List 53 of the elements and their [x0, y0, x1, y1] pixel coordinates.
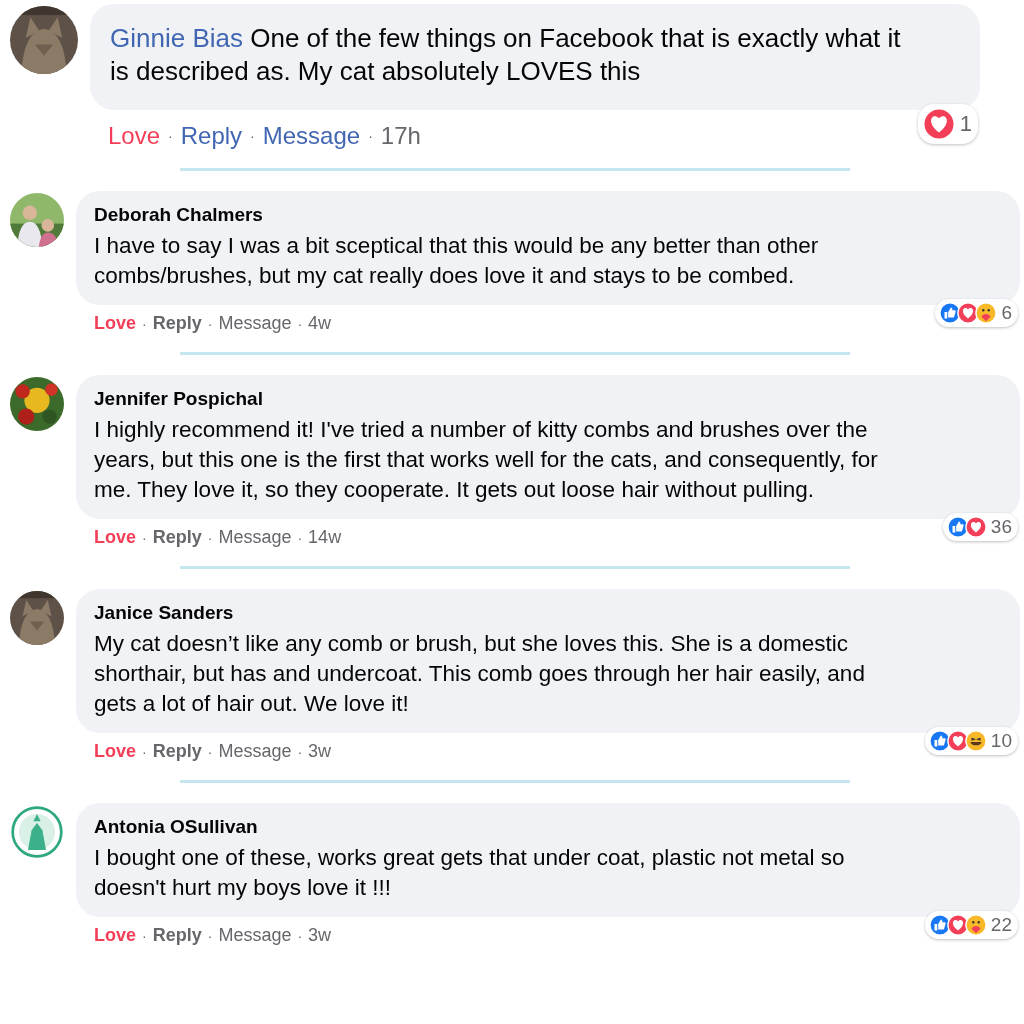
reply-link[interactable]: Reply: [152, 741, 202, 762]
love-link[interactable]: Love: [94, 313, 136, 334]
reply-link[interactable]: Reply: [152, 527, 202, 548]
message-link[interactable]: Message: [262, 122, 361, 150]
love-link[interactable]: Love: [94, 527, 136, 548]
separator-dot: ·: [142, 315, 147, 332]
hug-emoji-icon: [964, 914, 987, 936]
message-link[interactable]: Message: [218, 313, 292, 334]
love-link[interactable]: Love: [108, 122, 161, 150]
separator-dot: ·: [297, 927, 303, 944]
separator-dot: ·: [142, 743, 147, 760]
author-name[interactable]: Deborah Chalmers: [94, 203, 1002, 227]
laughing-emoji-icon: [964, 730, 987, 752]
author-name[interactable]: Janice Sanders: [94, 601, 1002, 625]
message-link[interactable]: Message: [218, 527, 292, 548]
separator-dot: ·: [297, 529, 303, 546]
love-link[interactable]: Love: [94, 925, 136, 946]
reaction-summary[interactable]: 36: [942, 513, 1018, 541]
reply-link[interactable]: Reply: [152, 925, 202, 946]
separator-dot: ·: [368, 128, 373, 144]
author-name[interactable]: Antonia OSullivan: [94, 815, 1002, 839]
hug-emoji-icon: [975, 302, 998, 324]
comment-text: Ginnie Bias One of the few things on Facebook that is exactly what it is described as. My cat absolutely LOVES this: [110, 22, 902, 88]
comment-text: I have to say I was a bit sceptical that this would be any better than other combs/brushes, but my cat really does love it and stays to be combed.: [94, 232, 820, 290]
separator-dot: ·: [168, 128, 173, 144]
author-link[interactable]: Ginnie Bias: [110, 23, 243, 53]
separator-dot: ·: [142, 927, 147, 944]
separator-dot: ·: [207, 529, 213, 546]
timestamp: 14w: [308, 527, 342, 548]
reply-link[interactable]: Reply: [152, 313, 202, 334]
timestamp: 17h: [380, 122, 421, 150]
message-link[interactable]: Message: [218, 741, 292, 762]
separator-dot: ·: [207, 315, 213, 332]
comment-text: I highly recommend it! I've tried a number of kitty combs and brushes over the years, but this one is the first that works well for the cats, and consequently, for me. They love it, so they cooperate. It gets out loose hair without pulling.: [94, 416, 879, 504]
author-name[interactable]: Jennifer Pospichal: [94, 387, 1002, 411]
separator-dot: ·: [207, 927, 213, 944]
timestamp: 4w: [308, 313, 332, 334]
separator-dot: ·: [142, 529, 147, 546]
separator-dot: ·: [250, 128, 255, 144]
separator-dot: ·: [297, 743, 303, 760]
message-link[interactable]: Message: [218, 925, 292, 946]
love-link[interactable]: Love: [94, 741, 136, 762]
separator-dot: ·: [297, 315, 303, 332]
timestamp: 3w: [308, 741, 332, 762]
reaction-summary[interactable]: 22: [924, 911, 1018, 939]
comment-text: I bought one of these, works great gets that under coat, plastic not metal so doesn't hurt my boys love it !!!: [94, 844, 846, 902]
reaction-summary[interactable]: 10: [924, 727, 1018, 755]
comment-text: My cat doesn’t like any comb or brush, but she loves this. She is a domestic shorthair, but has and undercoat. This comb goes through her hair easily, and gets a lot of hair out. We love it!: [94, 630, 866, 718]
reaction-summary[interactable]: 6: [935, 299, 1018, 327]
separator-dot: ·: [207, 743, 213, 760]
reply-link[interactable]: Reply: [180, 122, 243, 150]
timestamp: 3w: [308, 925, 332, 946]
reaction-summary[interactable]: 1: [917, 104, 978, 144]
